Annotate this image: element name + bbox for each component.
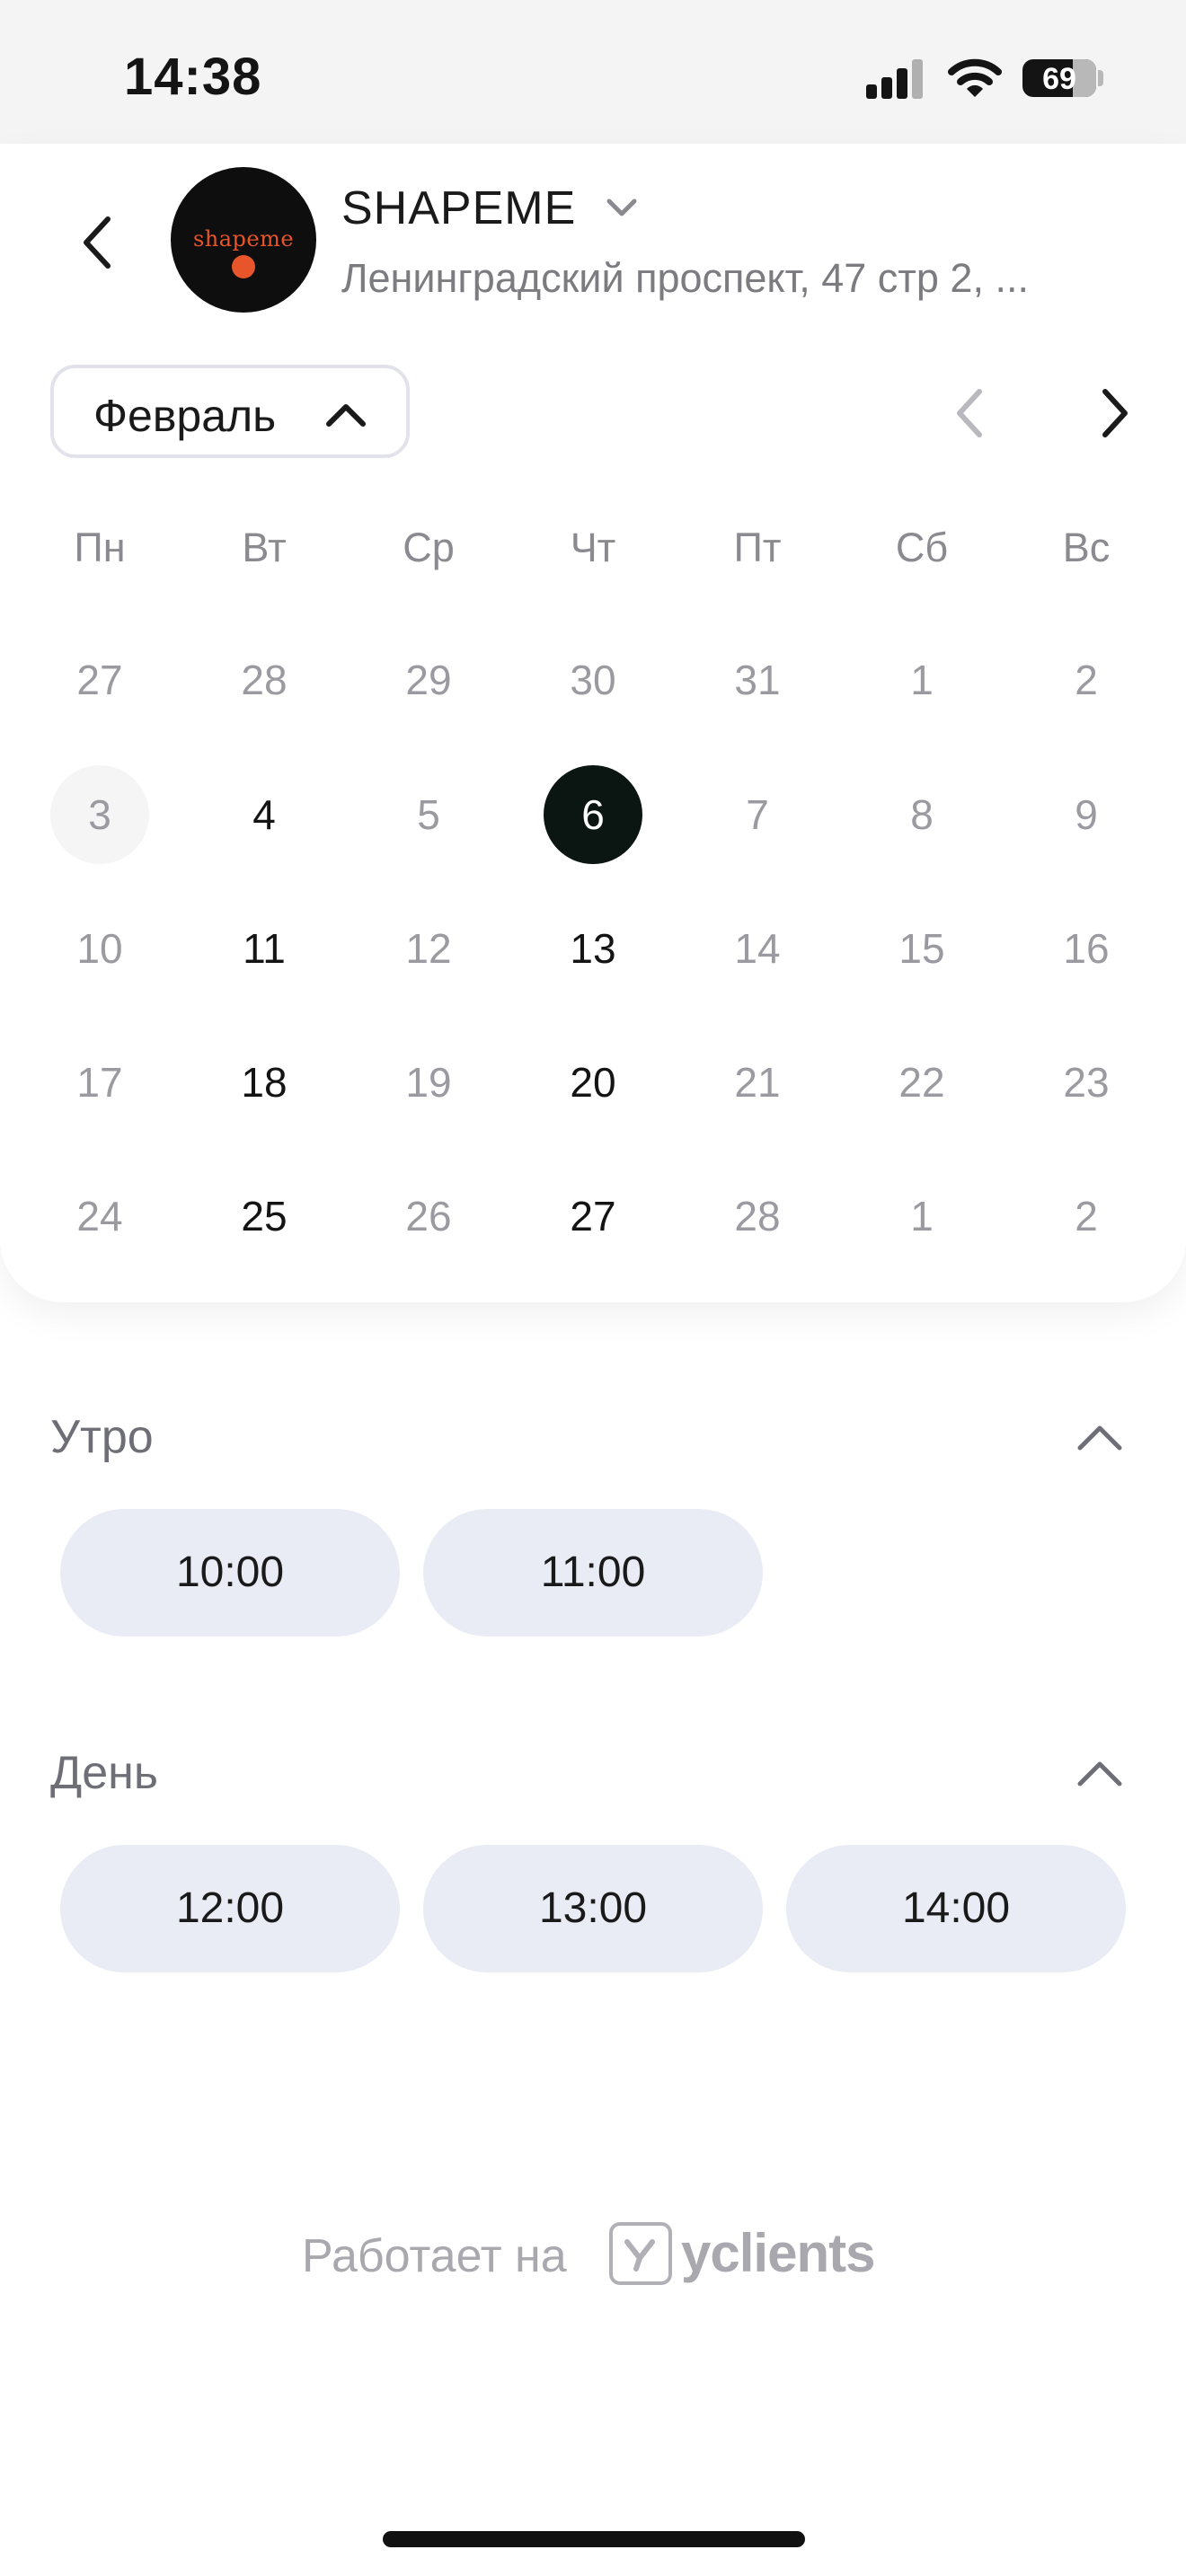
day-cell[interactable]: 13 bbox=[544, 899, 642, 998]
weekday-label: Пт bbox=[733, 525, 782, 570]
day-cell[interactable]: 11 bbox=[215, 899, 314, 998]
collapse-chevron-up-icon[interactable] bbox=[1076, 1757, 1123, 1789]
section-title: Утро bbox=[50, 1411, 154, 1463]
weekday-label: Чт bbox=[570, 525, 616, 570]
time-slot-button[interactable]: 13:00 bbox=[423, 1845, 763, 1972]
month-selector[interactable]: Февраль bbox=[50, 365, 410, 458]
wifi-icon bbox=[948, 58, 1002, 97]
day-cell: 10 bbox=[76, 925, 123, 972]
month-label: Февраль bbox=[93, 391, 277, 441]
basketball-icon bbox=[232, 255, 255, 278]
day-cell: 15 bbox=[898, 925, 945, 972]
logo-wordmark: shapeme bbox=[192, 226, 295, 251]
day-cell[interactable]: 4 bbox=[215, 765, 314, 864]
time-slot-button[interactable]: 10:00 bbox=[60, 1509, 400, 1636]
battery-icon: 69 bbox=[1022, 59, 1096, 97]
company-address: Ленинградский проспект, 47 стр 2, ... bbox=[341, 255, 1029, 301]
day-cell: 1 bbox=[910, 1193, 934, 1239]
day-cell: 19 bbox=[405, 1059, 452, 1106]
time-slot-button[interactable]: 11:00 bbox=[423, 1509, 763, 1636]
day-cell: 27 bbox=[76, 657, 123, 703]
day-cell[interactable]: 27 bbox=[544, 1167, 642, 1266]
prev-month-button[interactable] bbox=[943, 377, 997, 449]
weekday-label: Вт bbox=[242, 525, 287, 570]
day-cell: 1 bbox=[910, 657, 934, 703]
company-name[interactable]: SHAPEME bbox=[341, 181, 576, 235]
chevron-up-icon bbox=[326, 404, 366, 427]
day-cell: 26 bbox=[405, 1193, 452, 1239]
company-logo: shapeme bbox=[171, 167, 316, 313]
section-title: День bbox=[50, 1747, 158, 1799]
day-cell: 24 bbox=[76, 1193, 123, 1239]
day-cell-selected[interactable]: 6 bbox=[544, 765, 642, 864]
weekday-label: Пн bbox=[74, 525, 126, 570]
day-cell: 28 bbox=[241, 657, 288, 703]
yclients-logo-icon bbox=[609, 2222, 672, 2285]
day-cell: 9 bbox=[1075, 791, 1098, 838]
day-cell: 8 bbox=[910, 791, 934, 838]
home-indicator bbox=[383, 2531, 805, 2547]
status-time: 14:38 bbox=[124, 48, 262, 106]
day-cell: 17 bbox=[76, 1059, 123, 1106]
time-slot-button[interactable]: 14:00 bbox=[786, 1845, 1126, 1972]
cellular-signal-icon bbox=[866, 59, 924, 99]
status-bar: 14:38 69 bbox=[0, 0, 1186, 144]
day-cell: 7 bbox=[746, 791, 769, 838]
powered-by-footer: Работает на yclients bbox=[0, 2222, 1186, 2294]
day-cell: 2 bbox=[1075, 657, 1098, 703]
time-slot-button[interactable]: 12:00 bbox=[60, 1845, 400, 1972]
next-month-button[interactable] bbox=[1087, 377, 1141, 449]
powered-by-text: Работает на bbox=[302, 2230, 567, 2282]
day-cell[interactable]: 25 bbox=[215, 1167, 314, 1266]
day-cell: 30 bbox=[570, 657, 616, 703]
day-cell: 23 bbox=[1063, 1059, 1110, 1106]
day-cell: 22 bbox=[898, 1059, 945, 1106]
day-cell: 28 bbox=[734, 1193, 781, 1239]
day-cell: 31 bbox=[734, 657, 781, 703]
yclients-wordmark: yclients bbox=[681, 2223, 875, 2283]
day-cell[interactable]: 18 bbox=[215, 1033, 314, 1132]
weekday-label: Вс bbox=[1062, 525, 1111, 570]
day-cell: 16 bbox=[1063, 925, 1110, 972]
day-cell: 3 bbox=[50, 765, 149, 864]
collapse-chevron-up-icon[interactable] bbox=[1076, 1421, 1123, 1453]
day-cell: 21 bbox=[734, 1059, 781, 1106]
day-cell: 12 bbox=[405, 925, 452, 972]
day-cell: 29 bbox=[405, 657, 452, 703]
day-cell: 5 bbox=[417, 791, 440, 838]
day-cell[interactable]: 20 bbox=[544, 1033, 642, 1132]
chevron-down-icon[interactable] bbox=[604, 190, 640, 226]
day-cell: 14 bbox=[734, 925, 781, 972]
back-button[interactable] bbox=[72, 207, 126, 278]
battery-level: 69 bbox=[1042, 62, 1076, 96]
weekday-label: Сб bbox=[895, 525, 949, 570]
weekday-label: Ср bbox=[403, 525, 455, 570]
day-cell: 2 bbox=[1075, 1193, 1098, 1239]
